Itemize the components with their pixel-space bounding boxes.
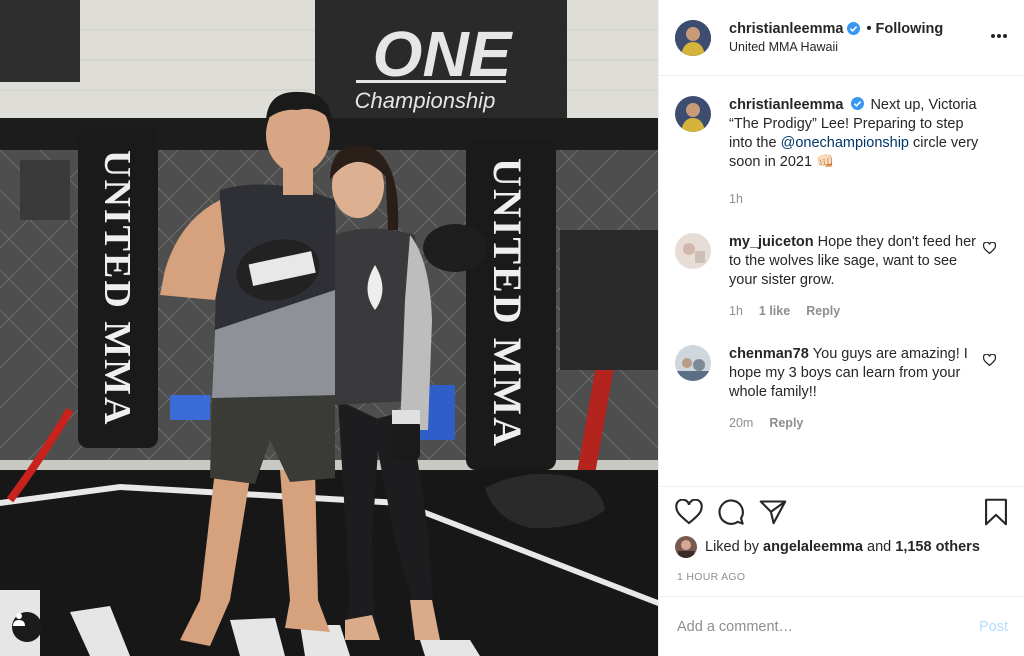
avatar-image [675,233,711,269]
add-comment-bar: Post [659,596,1024,656]
commenter-avatar[interactable] [675,233,711,269]
verified-badge-icon [847,22,861,35]
liked-by-user-link[interactable]: angelaleemma [763,539,863,555]
caption-time[interactable]: 1h [729,190,743,209]
comment-reply-button[interactable]: Reply [769,414,803,433]
comments-list: christianleemma Next up, Victoria “The Pr… [659,96,1024,433]
caption-avatar[interactable] [675,96,711,132]
post-actions-bar [659,486,1024,536]
comment-reply-button[interactable]: Reply [806,302,840,321]
avatar-image [675,345,711,381]
comment-username[interactable]: my_juiceton [729,234,814,250]
comment-time[interactable]: 1h [729,302,743,321]
banner-subtitle: Championship [355,88,496,113]
like-comment-heart-icon[interactable] [982,241,997,257]
comment-likes-count[interactable]: 1 like [759,302,790,321]
liked-by-prefix: Liked by [705,539,760,555]
post-timestamp[interactable]: 1 HOUR AGO [677,571,745,583]
header-text: christianleemma • Following United MMA H… [729,20,943,56]
tagged-users-button[interactable] [12,612,42,642]
liked-by-others-link[interactable]: 1,158 others [895,539,980,555]
like-heart-icon[interactable] [675,498,703,525]
verified-badge-icon [851,97,865,110]
post-pad-left-text: UNITED MMA [96,150,138,426]
like-comment-heart-icon[interactable] [982,353,997,369]
comment-time[interactable]: 20m [729,414,753,433]
caption-mention-link[interactable]: @onechampionship [781,135,909,151]
post-photo[interactable]: ONE Championship UNITED MMA UNITED MMA [0,0,658,656]
comment-bubble-icon[interactable] [717,498,745,526]
avatar-image [675,19,711,56]
more-options-icon[interactable] [990,26,1008,42]
commenter-avatar[interactable] [675,345,711,381]
likes-summary: Liked by angelaleemma and 1,158 others [675,536,980,558]
author-username[interactable]: christianleemma [729,20,843,38]
gym-scene-image: ONE Championship UNITED MMA UNITED MMA [0,0,658,656]
liked-by-connector: and [867,539,892,555]
post-pad-right-text: UNITED MMA [485,158,530,448]
share-paper-plane-icon[interactable] [759,499,787,525]
post-side-panel: christianleemma • Following United MMA H… [658,0,1024,656]
add-comment-input[interactable] [677,618,979,635]
caption-block: christianleemma Next up, Victoria “The Pr… [659,96,1024,209]
following-button[interactable]: Following [876,20,944,38]
comment-item: chenman78 You guys are amazing! I hope my… [659,345,1024,433]
post-comment-button[interactable]: Post [979,619,1008,635]
person-icon [13,613,25,626]
author-avatar[interactable] [675,19,711,56]
caption-username[interactable]: christianleemma [729,97,843,113]
post-header: christianleemma • Following United MMA H… [659,0,1024,76]
banner-logo: ONE [373,18,514,90]
comment-username[interactable]: chenman78 [729,346,809,362]
comment-item: my_juiceton Hope they don't feed her to t… [659,233,1024,321]
avatar-image [675,96,711,132]
separator-dot: • [866,20,872,37]
liker-avatar[interactable] [675,536,697,558]
post-location[interactable]: United MMA Hawaii [729,38,943,56]
save-bookmark-icon[interactable] [984,498,1008,526]
